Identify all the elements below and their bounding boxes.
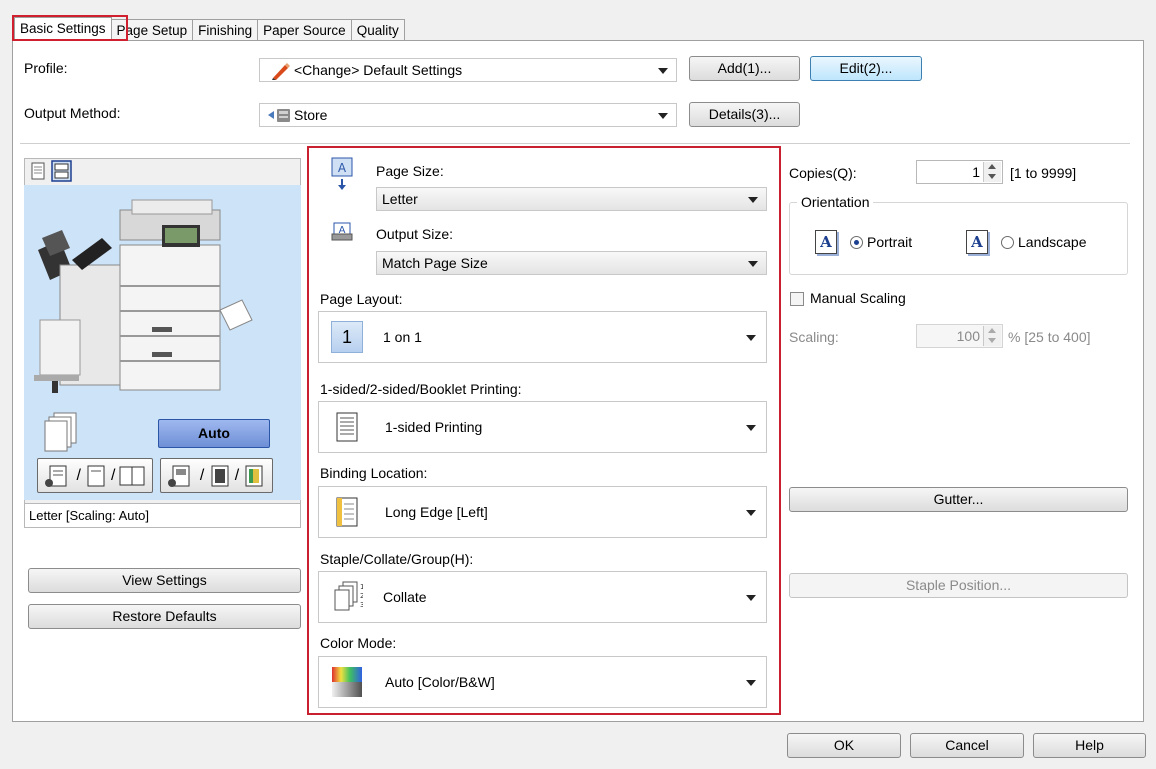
one-sided-icon <box>44 465 66 487</box>
binding-location-value: Long Edge [Left] <box>385 504 488 520</box>
chevron-down-icon <box>748 197 758 203</box>
color-bw-icon <box>332 667 362 697</box>
ok-button[interactable]: OK <box>787 733 901 758</box>
gutter-button[interactable]: Gutter... <box>789 487 1128 512</box>
output-size-label: Output Size: <box>376 226 454 242</box>
collate-icon: 1 2 3 <box>334 581 363 611</box>
scaling-label: Scaling: <box>789 329 839 345</box>
scaling-spinner[interactable]: 100 <box>916 324 1003 348</box>
landscape-radio[interactable] <box>1001 236 1014 249</box>
output-size-icon: A <box>331 222 353 241</box>
grayscale-page-icon <box>167 465 190 487</box>
svg-text:A: A <box>338 161 347 175</box>
sided-printing-value: 1-sided Printing <box>385 419 483 435</box>
binding-location-select[interactable]: Long Edge [Left] <box>318 486 767 538</box>
profile-value: <Change> Default Settings <box>294 62 463 78</box>
page-layout-label: Page Layout: <box>320 291 403 307</box>
active-tab-highlight <box>12 15 128 41</box>
auto-color-button[interactable]: Auto <box>158 419 270 448</box>
scaling-range: % [25 to 400] <box>1008 329 1091 345</box>
chevron-down-icon <box>746 425 756 431</box>
single-page-view-icon[interactable] <box>31 162 46 180</box>
spinner-arrows[interactable] <box>983 326 1001 346</box>
chevron-down-icon <box>746 680 756 686</box>
layout-icons-group[interactable]: / / <box>37 458 153 493</box>
output-method-value: Store <box>294 107 328 123</box>
output-method-label: Output Method: <box>24 105 121 121</box>
page-layout-icon: 1 <box>331 321 363 353</box>
separator <box>20 143 1130 144</box>
copies-range: [1 to 9999] <box>1010 165 1077 181</box>
tab-paper-source[interactable]: Paper Source <box>257 19 352 41</box>
paper-stack-icon <box>44 412 77 452</box>
scaling-value: 100 <box>956 328 980 344</box>
cancel-button[interactable]: Cancel <box>910 733 1024 758</box>
store-icon <box>268 109 290 122</box>
page-size-label: Page Size: <box>376 163 444 179</box>
page-size-value: Letter <box>382 191 418 207</box>
printer-view-icon[interactable] <box>51 160 72 182</box>
details-button[interactable]: Details(3)... <box>689 102 800 127</box>
portrait-icon: A <box>815 230 837 254</box>
view-settings-button[interactable]: View Settings <box>28 568 301 593</box>
color-mode-value: Auto [Color/B&W] <box>385 674 495 690</box>
orientation-label: Orientation <box>797 194 874 210</box>
booklet-icon <box>119 466 145 485</box>
pencil-icon <box>272 63 290 80</box>
svg-text:3: 3 <box>360 601 363 609</box>
portrait-radio[interactable] <box>850 236 863 249</box>
staple-position-button[interactable]: Staple Position... <box>789 573 1128 598</box>
sided-printing-select[interactable]: 1-sided Printing <box>318 401 767 453</box>
copies-spinner[interactable]: 1 <box>916 160 1003 184</box>
page-size-select[interactable]: Letter <box>376 187 767 211</box>
binding-location-label: Binding Location: <box>320 465 428 481</box>
output-method-select[interactable]: Store <box>259 103 677 127</box>
output-size-select[interactable]: Match Page Size <box>376 251 767 275</box>
printer-illustration-icon <box>34 199 253 393</box>
chevron-down-icon <box>658 68 668 74</box>
restore-defaults-button[interactable]: Restore Defaults <box>28 604 301 629</box>
page-layout-select[interactable]: 1 1 on 1 <box>318 311 767 363</box>
color-page-icon <box>245 465 263 486</box>
tab-quality[interactable]: Quality <box>350 19 405 41</box>
one-sided-page-icon <box>336 412 358 442</box>
portrait-label[interactable]: Portrait <box>867 234 912 250</box>
output-size-value: Match Page Size <box>382 255 488 271</box>
color-icons-group[interactable]: / / <box>160 458 273 493</box>
staple-collate-value: Collate <box>383 589 427 605</box>
svg-text:2: 2 <box>360 592 363 600</box>
profile-label: Profile: <box>24 60 68 76</box>
staple-collate-label: Staple/Collate/Group(H): <box>320 551 474 567</box>
chevron-down-icon <box>748 261 758 267</box>
manual-scaling-checkbox[interactable] <box>790 292 804 306</box>
page-layout-value: 1 on 1 <box>383 329 422 345</box>
landscape-icon: A <box>966 230 988 254</box>
long-edge-left-icon <box>336 497 358 527</box>
two-sided-icon <box>87 465 105 486</box>
tab-finishing[interactable]: Finishing <box>192 19 259 41</box>
black-white-icon <box>211 465 228 486</box>
chevron-down-icon <box>746 335 756 341</box>
staple-collate-select[interactable]: 1 2 3 Collate <box>318 571 767 623</box>
chevron-down-icon <box>658 113 668 119</box>
preview-caption: Letter [Scaling: Auto] <box>24 503 301 528</box>
copies-label: Copies(Q): <box>789 165 857 181</box>
profile-edit-button[interactable]: Edit(2)... <box>810 56 922 81</box>
sided-printing-label: 1-sided/2-sided/Booklet Printing: <box>320 381 522 397</box>
manual-scaling-label[interactable]: Manual Scaling <box>810 290 906 306</box>
chevron-down-icon <box>746 510 756 516</box>
profile-add-button[interactable]: Add(1)... <box>689 56 800 81</box>
copies-value: 1 <box>972 164 980 180</box>
spinner-arrows[interactable] <box>983 162 1001 182</box>
landscape-label[interactable]: Landscape <box>1018 234 1087 250</box>
svg-text:1: 1 <box>360 583 363 591</box>
profile-select[interactable]: <Change> Default Settings <box>259 58 677 82</box>
color-mode-select[interactable]: Auto [Color/B&W] <box>318 656 767 708</box>
page-size-icon: A <box>331 157 353 190</box>
chevron-down-icon <box>746 595 756 601</box>
color-mode-label: Color Mode: <box>320 635 397 651</box>
help-button[interactable]: Help <box>1033 733 1146 758</box>
